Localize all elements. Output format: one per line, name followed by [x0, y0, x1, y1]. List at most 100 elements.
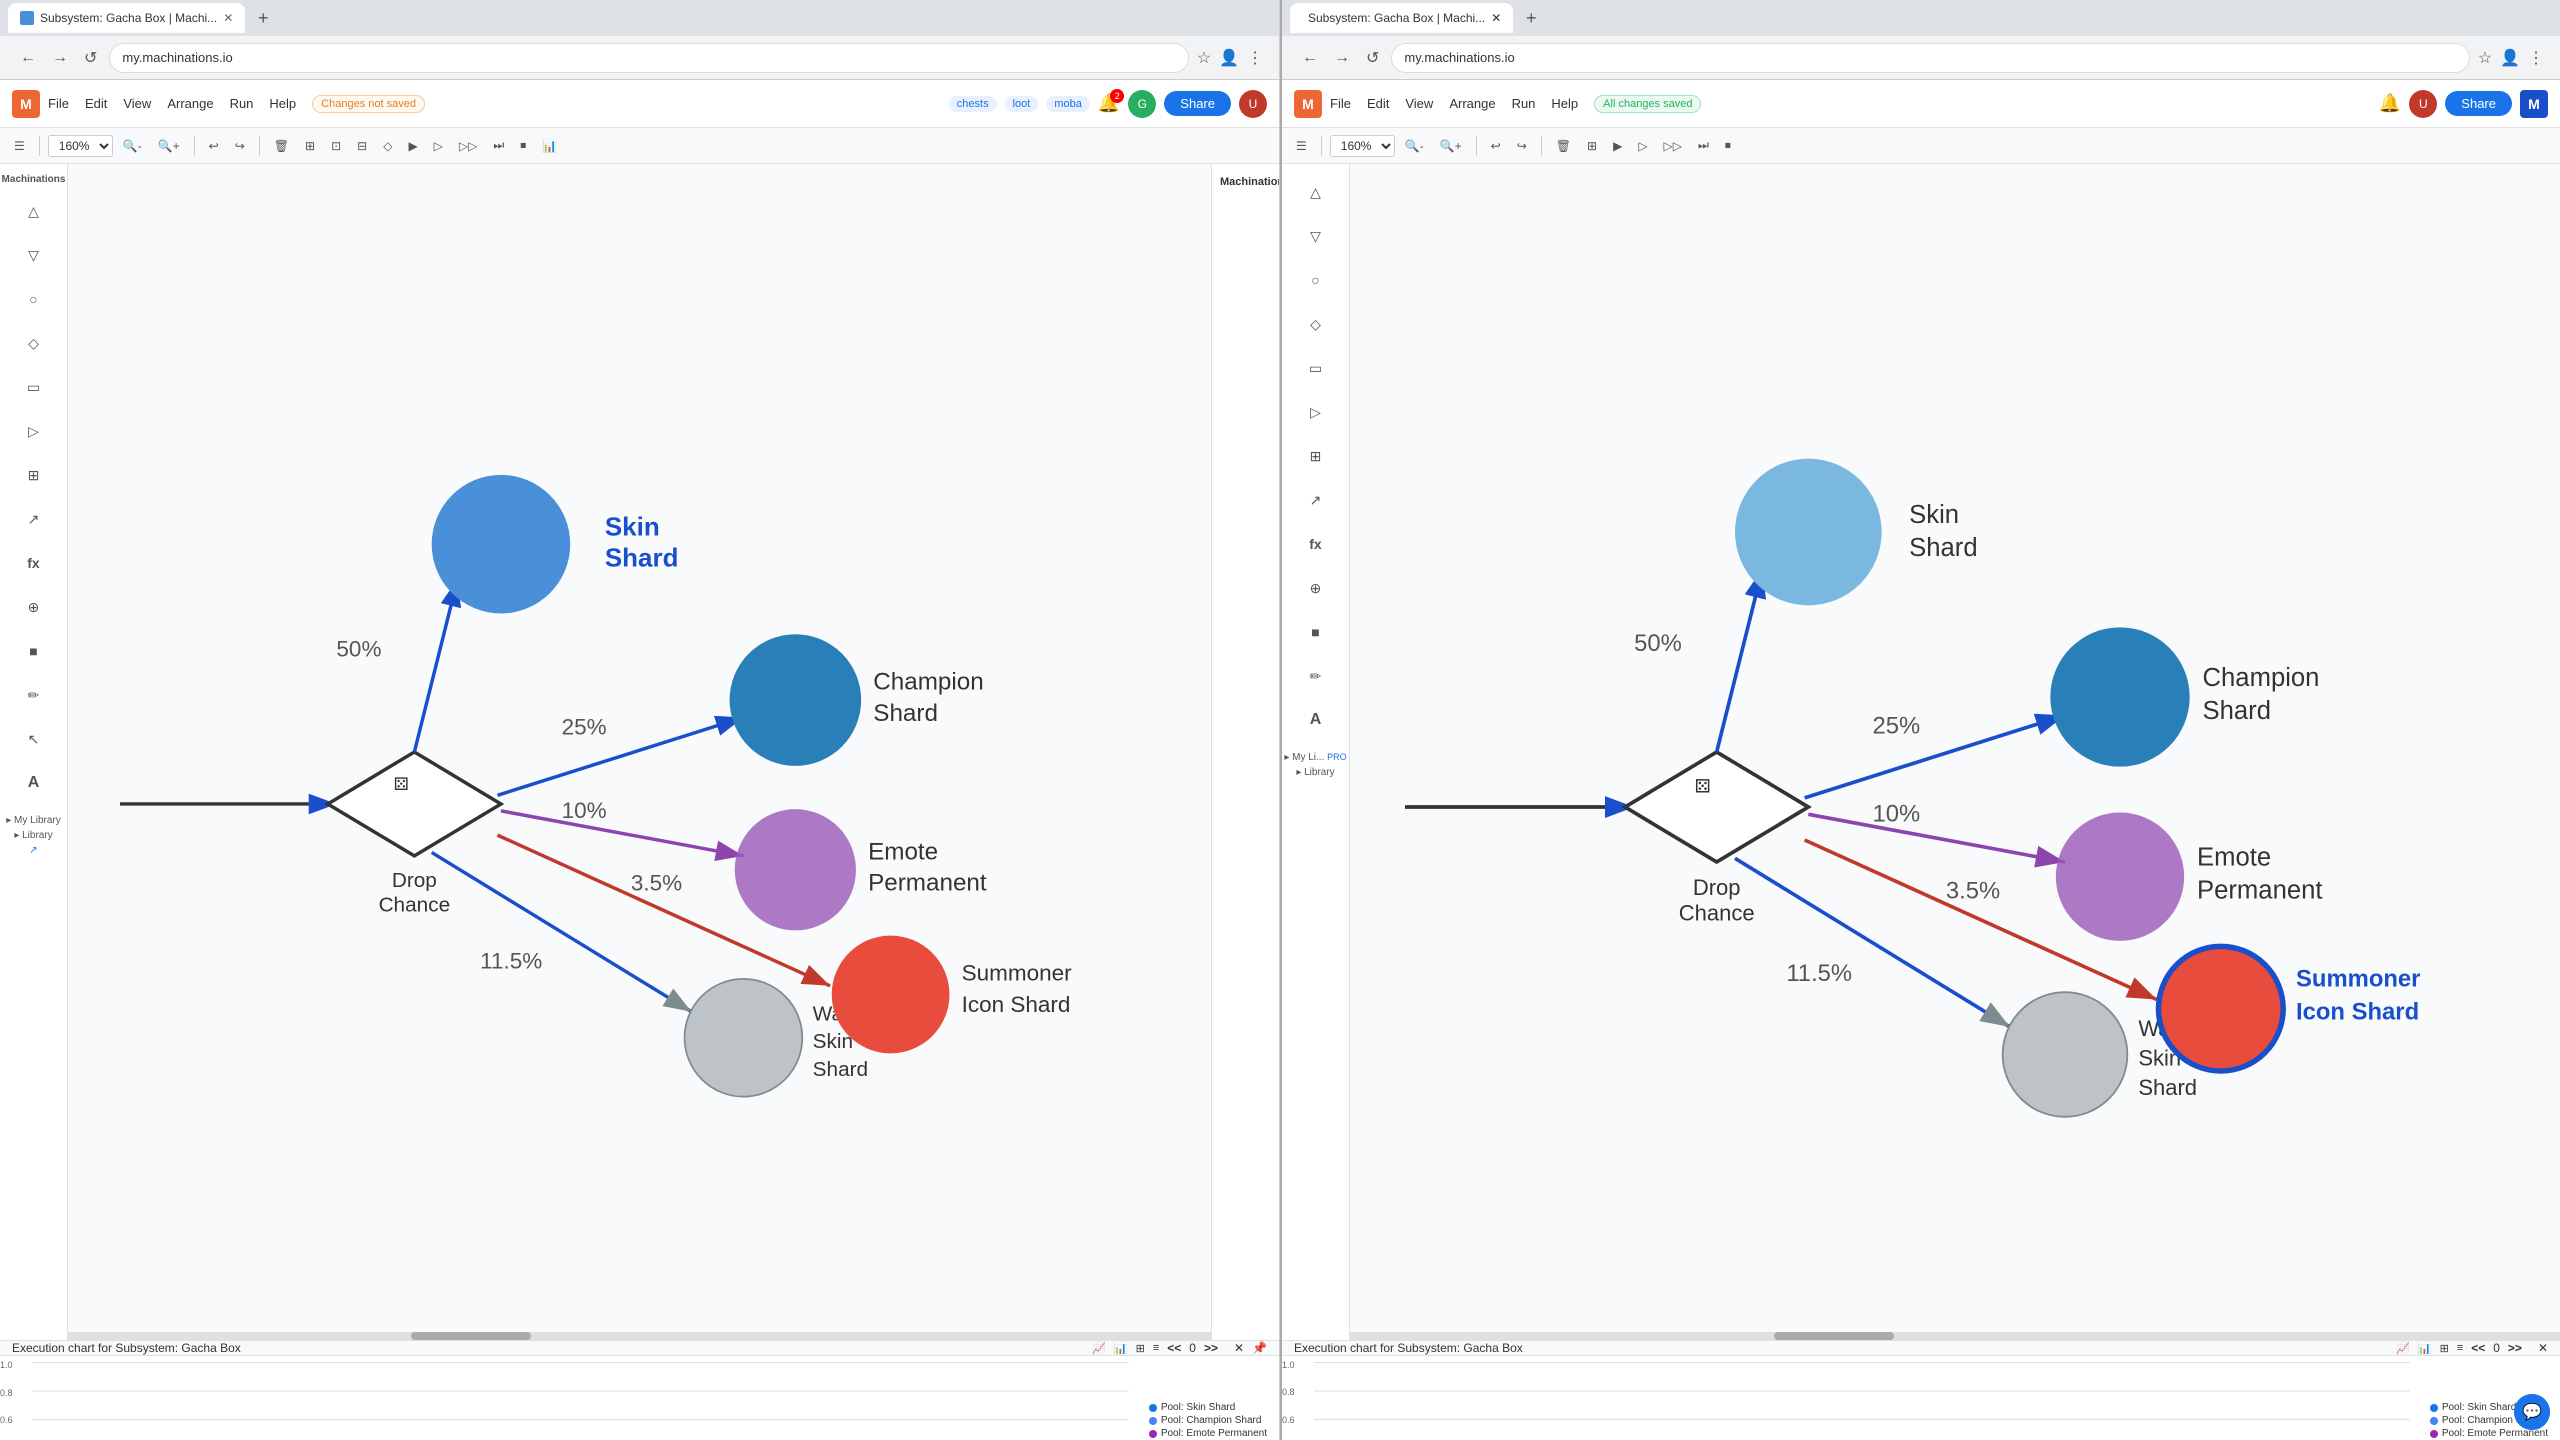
menu-view-right[interactable]: View — [1405, 96, 1433, 111]
zoom-selector-right[interactable]: 160% 100% — [1330, 135, 1395, 157]
url-box-left[interactable]: my.machinations.io — [109, 43, 1188, 73]
tool3-left[interactable]: ⊟ — [351, 136, 373, 156]
zoom-selector-left[interactable]: 160% 100% 75% — [48, 135, 113, 157]
back-btn-right[interactable]: ← — [1298, 45, 1322, 71]
menu-run-right[interactable]: Run — [1512, 96, 1536, 111]
menu-file-right[interactable]: File — [1330, 96, 1351, 111]
rect-fill-tool[interactable]: ⊞ — [14, 455, 54, 495]
undo-right[interactable]: ↩ — [1485, 136, 1507, 156]
run-end-right[interactable]: ⏭ — [1692, 135, 1715, 156]
chart-icon-right[interactable]: 📈 — [2396, 1342, 2410, 1355]
ward-node-right[interactable] — [2003, 992, 2128, 1117]
reload-btn-left[interactable]: ↺ — [80, 44, 101, 72]
drop-chance-node-left[interactable] — [328, 752, 501, 856]
triangle-outline-tool-right[interactable]: △ — [1296, 172, 1336, 212]
delete-right[interactable]: 🗑 — [1550, 136, 1577, 156]
nav-right-right[interactable]: >> — [2508, 1341, 2522, 1355]
open-library-btn-left[interactable]: ↗ — [29, 845, 37, 856]
menu-arrange-right[interactable]: Arrange — [1449, 96, 1495, 111]
nav-left-right[interactable]: << — [2471, 1341, 2485, 1355]
data-icon-right[interactable]: ≡ — [2457, 1342, 2463, 1354]
menu-help-right[interactable]: Help — [1551, 96, 1578, 111]
active-tab-right[interactable]: Subsystem: Gacha Box | Machi... ✕ — [1290, 3, 1513, 33]
menu-arrange-left[interactable]: Arrange — [167, 96, 213, 111]
tag-loot[interactable]: loot — [1005, 96, 1039, 112]
menu-edit-right[interactable]: Edit — [1367, 96, 1389, 111]
data-icon-left[interactable]: ≡ — [1153, 1342, 1159, 1354]
target-tool-right[interactable]: ⊕ — [1296, 568, 1336, 608]
emote-node-left[interactable] — [735, 809, 856, 930]
run-fast-right[interactable]: ▷▷ — [1658, 136, 1688, 156]
tag-chests[interactable]: chests — [949, 96, 997, 112]
tool2-left[interactable]: ⊡ — [325, 136, 347, 156]
rect-outline-tool[interactable]: ▭ — [14, 367, 54, 407]
diamond-tool[interactable]: ◇ — [14, 323, 54, 363]
pencil-tool-right[interactable]: ✏ — [1296, 656, 1336, 696]
arrow-tool-right[interactable]: ↗ — [1296, 480, 1336, 520]
circle-outline-tool[interactable]: ○ — [14, 279, 54, 319]
tool1-right[interactable]: ⊞ — [1581, 136, 1603, 156]
circle-outline-tool-right[interactable]: ○ — [1296, 260, 1336, 300]
skin-shard-node-left[interactable] — [432, 475, 571, 614]
canvas-right[interactable]: ⚄ Drop Chance 50% Skin Shard 25% Champ — [1350, 164, 2560, 1340]
cursor-tool[interactable]: ↖ — [14, 719, 54, 759]
undo-left[interactable]: ↩ — [203, 136, 225, 156]
stop-right[interactable]: ⏹ — [1719, 135, 1737, 156]
bar-chart-icon-left[interactable]: 📊 — [1114, 1342, 1128, 1355]
menu-file-left[interactable]: File — [48, 96, 69, 111]
triangle-right-tool-right[interactable]: ▷ — [1296, 392, 1336, 432]
drop-chance-node-right[interactable] — [1625, 752, 1808, 862]
pin-bottom-left[interactable]: 📌 — [1252, 1341, 1267, 1355]
active-tab-left[interactable]: Subsystem: Gacha Box | Machi... ✕ — [8, 3, 245, 33]
close-tab-right[interactable]: ✕ — [1491, 11, 1501, 25]
ward-node-left[interactable] — [685, 979, 803, 1097]
sidebar-toggle-right[interactable]: ☰ — [1290, 136, 1313, 156]
fx-tool-right[interactable]: fx — [1296, 524, 1336, 564]
reload-btn-right[interactable]: ↺ — [1362, 44, 1383, 72]
fx-tool[interactable]: fx — [14, 543, 54, 583]
url-box-right[interactable]: my.machinations.io — [1391, 43, 2469, 73]
run-step-right[interactable]: ▷ — [1632, 136, 1653, 156]
run-btn-right[interactable]: ▶ — [1607, 136, 1628, 156]
summoner-node-right[interactable] — [2159, 946, 2284, 1071]
run-btn-left[interactable]: ▶ — [402, 136, 423, 156]
charts-left[interactable]: 📊 — [536, 136, 563, 156]
run-end-left[interactable]: ⏭ — [487, 135, 510, 156]
text-tool-left[interactable]: A — [14, 763, 54, 803]
menu-icon-right[interactable]: ⋮ — [2528, 48, 2544, 68]
profile-icon-left[interactable]: 👤 — [1219, 48, 1239, 68]
scrollbar-h-right[interactable] — [1350, 1332, 2560, 1340]
notification-icon-left[interactable]: 🔔 2 — [1098, 93, 1120, 114]
menu-view-left[interactable]: View — [123, 96, 151, 111]
my-library-link-left[interactable]: ▸ My Library — [6, 815, 60, 826]
new-tab-btn-left[interactable]: + — [249, 4, 277, 32]
forward-btn-right[interactable]: → — [1330, 45, 1354, 71]
triangle-right-tool[interactable]: ▷ — [14, 411, 54, 451]
champion-shard-node-right[interactable] — [2050, 627, 2189, 766]
redo-left[interactable]: ↪ — [229, 136, 251, 156]
close-bottom-right[interactable]: ✕ — [2538, 1341, 2548, 1355]
table-icon-right[interactable]: ⊞ — [2440, 1342, 2449, 1355]
close-bottom-left[interactable]: ✕ — [1234, 1341, 1244, 1355]
run-step-left[interactable]: ▷ — [428, 136, 449, 156]
triangle-fill-tool[interactable]: ▽ — [14, 235, 54, 275]
menu-icon-left[interactable]: ⋮ — [1247, 48, 1263, 68]
square-tool-right[interactable]: ■ — [1296, 612, 1336, 652]
menu-run-left[interactable]: Run — [230, 96, 254, 111]
tool4-left[interactable]: ◇ — [377, 136, 398, 156]
my-library-link-right[interactable]: ▸ My Li... PRO — [1284, 752, 1346, 763]
new-tab-btn-right[interactable]: + — [1517, 4, 1545, 32]
delete-left[interactable]: 🗑 — [268, 136, 295, 156]
table-icon-left[interactable]: ⊞ — [1136, 1342, 1145, 1355]
menu-edit-left[interactable]: Edit — [85, 96, 107, 111]
summoner-node-left[interactable] — [832, 936, 950, 1054]
rect-outline-tool-right[interactable]: ▭ — [1296, 348, 1336, 388]
nav-left-left[interactable]: << — [1167, 1341, 1181, 1355]
stop-left[interactable]: ⏹ — [514, 135, 532, 156]
zoom-out-left[interactable]: 🔍- — [117, 136, 148, 156]
square-tool[interactable]: ■ — [14, 631, 54, 671]
arrow-tool[interactable]: ↗ — [14, 499, 54, 539]
chat-widget-right[interactable]: 💬 — [2514, 1394, 2550, 1430]
emote-node-right[interactable] — [2056, 813, 2184, 941]
library-link-right[interactable]: ▸ Library — [1296, 767, 1334, 778]
